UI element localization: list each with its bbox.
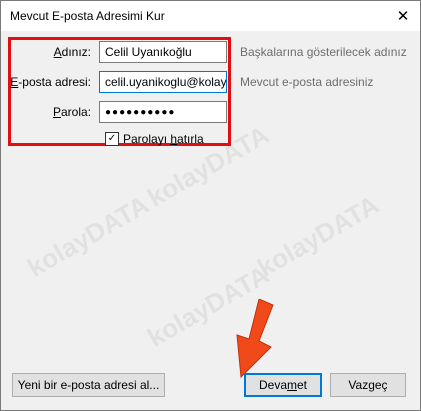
new-email-address-button[interactable]: Yeni bir e-posta adresi al... (12, 373, 165, 397)
continue-button[interactable]: Deva m et (244, 373, 322, 397)
email-input[interactable]: celil.uyanikoglu@kolay (99, 71, 227, 93)
password-input[interactable]: ●●●●●●●●●● (99, 101, 227, 123)
title-bar: Mevcut E-posta Adresimi Kur ✕ (1, 1, 420, 31)
email-hint: Mevcut e-posta adresiniz (240, 75, 374, 89)
close-icon[interactable]: ✕ (386, 1, 420, 31)
name-label: Adınız: (53, 45, 91, 59)
arrow-pointer-icon (236, 299, 274, 379)
name-input[interactable]: Celil Uyanıkoğlu (99, 41, 227, 63)
watermark: kolayDATA (22, 189, 155, 283)
remember-password-label: Parolayı hatırla (123, 132, 204, 146)
password-label: Parola: (52, 105, 91, 119)
window-title: Mevcut E-posta Adresimi Kur (10, 9, 165, 23)
remember-password-row[interactable]: ✓ Parolayı hatırla (105, 132, 204, 146)
remember-password-checkbox[interactable]: ✓ (105, 132, 119, 146)
dialog-window: Mevcut E-posta Adresimi Kur ✕ kolayDATA … (0, 0, 421, 411)
watermark: kolayDATA (252, 189, 385, 283)
name-hint: Başkalarına gösterilecek adınız (240, 45, 407, 59)
email-label: E-posta adresi: (10, 75, 91, 89)
dialog-content: kolayDATA kolayDATA kolayDATA kolayDATA … (1, 31, 420, 410)
cancel-button[interactable]: Vazgeç (330, 373, 406, 397)
